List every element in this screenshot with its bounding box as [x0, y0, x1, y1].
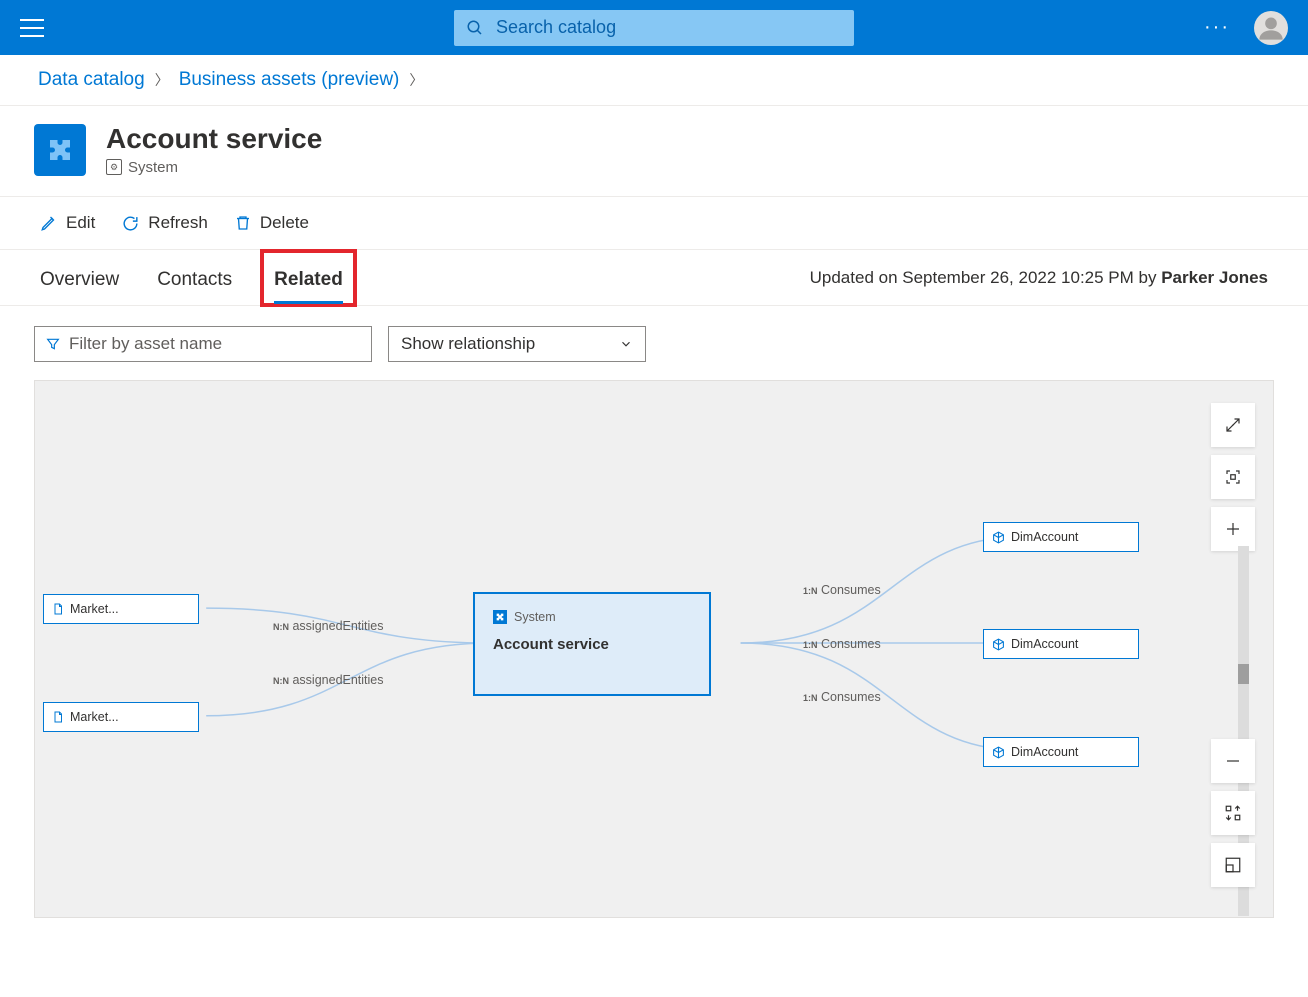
avatar[interactable]	[1254, 11, 1288, 45]
person-icon	[1257, 14, 1285, 42]
tab-overview[interactable]: Overview	[40, 253, 119, 303]
expand-icon	[1224, 416, 1242, 434]
node-market-1[interactable]: Market...	[43, 594, 199, 624]
breadcrumb-business-assets[interactable]: Business assets (preview)	[179, 69, 400, 91]
breadcrumb-data-catalog[interactable]: Data catalog	[38, 69, 145, 91]
fullscreen-button[interactable]	[1211, 403, 1255, 447]
delete-label: Delete	[260, 213, 309, 233]
zoom-out-button[interactable]	[1211, 739, 1255, 783]
top-bar: ···	[0, 0, 1308, 55]
tab-related[interactable]: Related	[274, 253, 343, 303]
tabs-row: Overview Contacts Related Updated on Sep…	[0, 250, 1308, 306]
minimap-button[interactable]	[1211, 843, 1255, 887]
edge-label-consumes-1: 1:N Consumes	[803, 583, 881, 597]
refresh-label: Refresh	[148, 213, 208, 233]
more-icon[interactable]: ···	[1204, 16, 1230, 39]
cube-icon	[992, 638, 1005, 651]
chevron-right-icon: 〉	[155, 70, 169, 90]
filter-icon	[45, 336, 61, 352]
chevron-right-icon: 〉	[409, 70, 423, 90]
edit-button[interactable]: Edit	[40, 213, 95, 233]
updated-by-user: Parker Jones	[1161, 268, 1268, 287]
hamburger-menu[interactable]	[20, 19, 44, 37]
swap-icon	[1224, 804, 1242, 822]
file-icon	[52, 711, 64, 723]
edge-label-consumes-2: 1:N Consumes	[803, 637, 881, 651]
node-market-2[interactable]: Market...	[43, 702, 199, 732]
zoom-in-button[interactable]	[1211, 507, 1255, 551]
filter-asset-name[interactable]: Filter by asset name	[34, 326, 372, 362]
node-dimaccount-1[interactable]: DimAccount	[983, 522, 1139, 552]
refresh-icon	[121, 214, 140, 233]
search-input[interactable]	[494, 16, 842, 39]
updated-info: Updated on September 26, 2022 10:25 PM b…	[810, 268, 1268, 288]
file-icon	[52, 603, 64, 615]
relationship-canvas[interactable]: Market... Market... System Account servi…	[34, 380, 1274, 918]
minimap-icon	[1224, 856, 1242, 874]
edge-label-assigned-2: N:N assignedEntities	[273, 673, 384, 687]
node-dimaccount-3[interactable]: DimAccount	[983, 737, 1139, 767]
puzzle-icon	[493, 610, 507, 624]
search-catalog[interactable]	[454, 10, 854, 46]
cube-icon	[992, 746, 1005, 759]
asset-type-icon	[34, 124, 86, 176]
edge-label-consumes-3: 1:N Consumes	[803, 690, 881, 704]
tab-contacts[interactable]: Contacts	[157, 253, 232, 303]
asset-header: Account service ⚙ System	[0, 106, 1308, 197]
zoom-slider-thumb[interactable]	[1238, 664, 1249, 684]
refresh-button[interactable]: Refresh	[121, 213, 208, 233]
minus-icon	[1224, 752, 1242, 770]
reorder-button[interactable]	[1211, 791, 1255, 835]
cube-icon	[992, 531, 1005, 544]
filter-row: Filter by asset name Show relationship	[0, 306, 1308, 380]
node-center-name: Account service	[493, 636, 691, 653]
highlight-box: Related	[260, 249, 357, 307]
breadcrumb: Data catalog 〉 Business assets (preview)…	[0, 55, 1308, 106]
plus-icon	[1224, 520, 1242, 538]
edge-label-assigned-1: N:N assignedEntities	[273, 619, 384, 633]
pencil-icon	[40, 214, 58, 232]
page-title: Account service	[106, 124, 322, 155]
asset-subtype: System	[128, 159, 178, 176]
show-relationship-select[interactable]: Show relationship	[388, 326, 646, 362]
edit-label: Edit	[66, 213, 95, 233]
search-icon	[466, 19, 484, 37]
fit-button[interactable]	[1211, 455, 1255, 499]
chevron-down-icon	[619, 337, 633, 351]
system-icon: ⚙	[106, 159, 122, 175]
trash-icon	[234, 214, 252, 232]
node-center-account-service[interactable]: System Account service	[473, 592, 711, 696]
puzzle-icon	[45, 135, 75, 165]
fit-icon	[1224, 468, 1242, 486]
action-bar: Edit Refresh Delete	[0, 197, 1308, 250]
delete-button[interactable]: Delete	[234, 213, 309, 233]
node-dimaccount-2[interactable]: DimAccount	[983, 629, 1139, 659]
